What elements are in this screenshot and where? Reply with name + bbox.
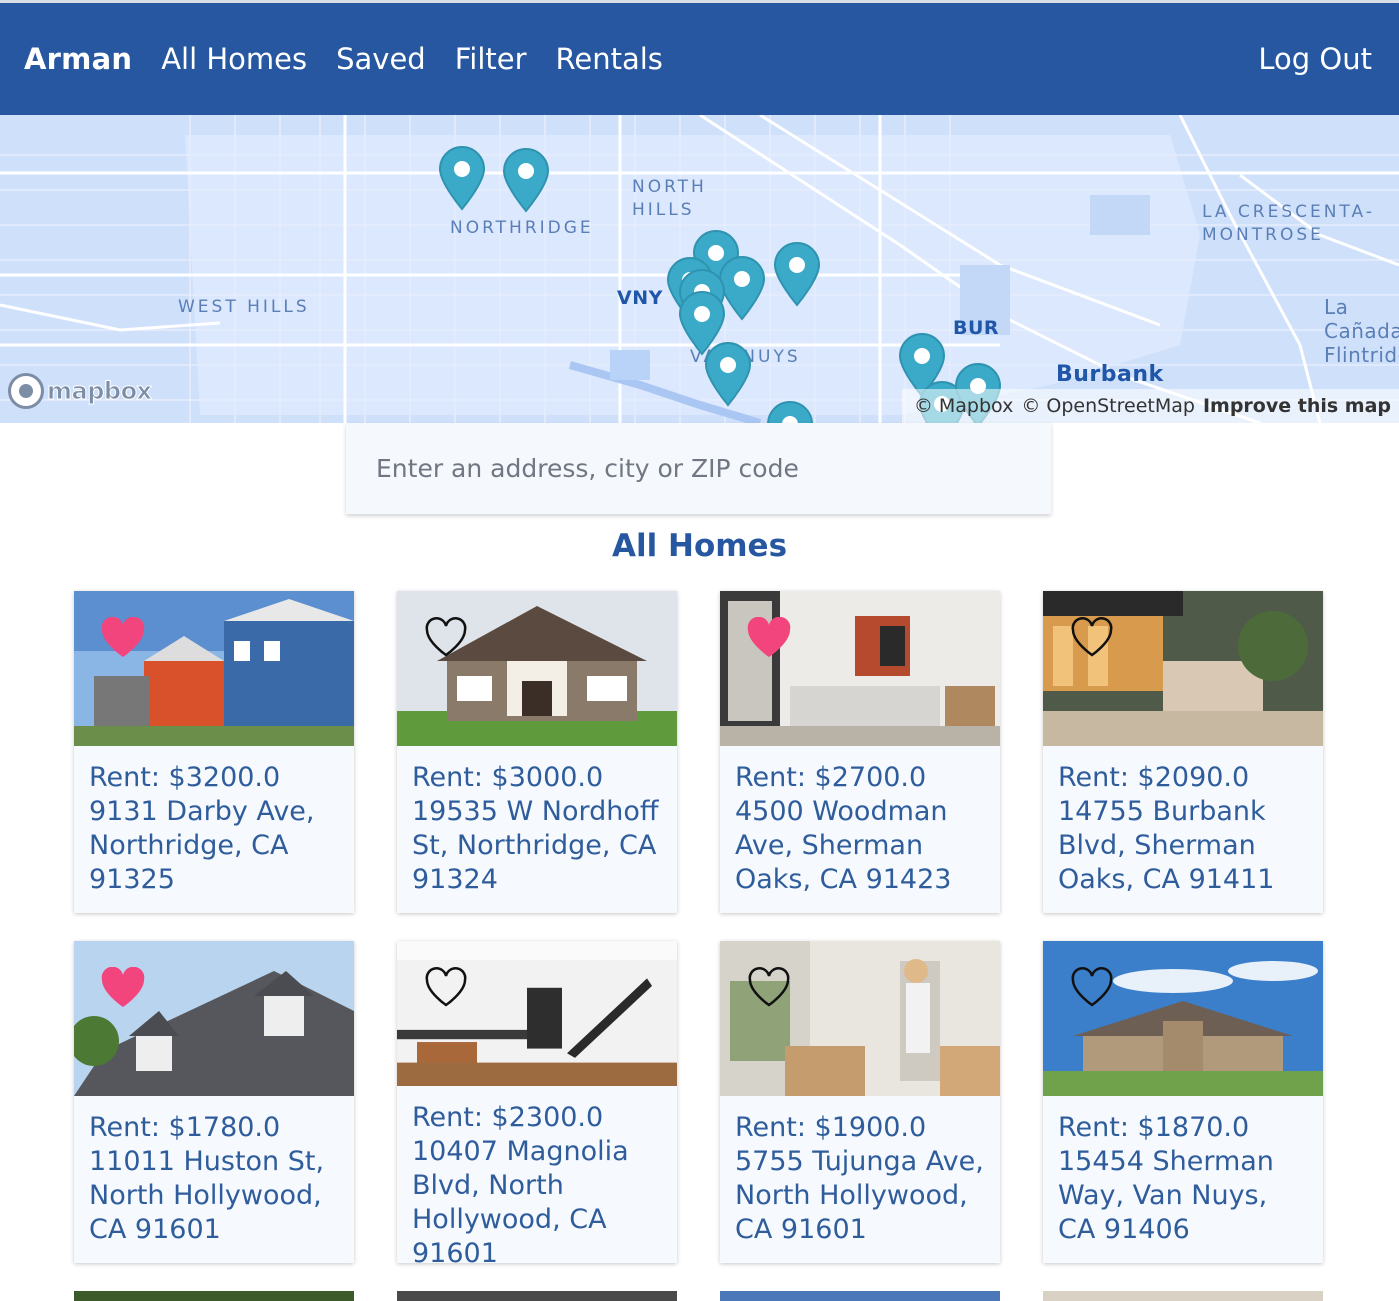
listing-card[interactable]: Rent: $2700.0 4500 Woodman Ave, Sherman … <box>720 591 1000 913</box>
listing-address: 14755 Burbank Blvd, Sherman Oaks, CA 914… <box>1058 796 1275 895</box>
listing-photo-image <box>1043 591 1323 746</box>
listing-details: Rent: $2300.0 10407 Magnolia Blvd, North… <box>397 1086 677 1263</box>
map-attribution: © Mapbox © OpenStreetMap Improve this ma… <box>901 389 1399 423</box>
listing-rent: Rent: $1780.0 <box>89 1112 281 1143</box>
listing-card[interactable]: Rent: $1870.0 15454 Sherman Way, Van Nuy… <box>1043 941 1323 1263</box>
listing-address: 11011 Huston St, North Hollywood, CA 916… <box>89 1146 325 1245</box>
map-marker-icon[interactable] <box>773 241 821 307</box>
listing-photo[interactable] <box>720 941 1000 1096</box>
listing-details: Rent: $2090.0 14755 Burbank Blvd, Sherma… <box>1043 746 1323 907</box>
nav-link-saved[interactable]: Saved <box>336 42 426 76</box>
heart-outline-icon[interactable] <box>746 967 792 1009</box>
listing-details: Rent: $1900.0 5755 Tujunga Ave, North Ho… <box>720 1096 1000 1257</box>
partial-card-photo <box>397 1291 677 1301</box>
listing-card[interactable]: Rent: $2300.0 10407 Magnolia Blvd, North… <box>397 941 677 1263</box>
map-marker-icon[interactable] <box>766 400 814 423</box>
map[interactable]: NORTHRIDGE NORTH HILLS WEST HILLS VNY VA… <box>0 115 1399 423</box>
listing-details: Rent: $3200.0 9131 Darby Ave, Northridge… <box>74 746 354 907</box>
listing-photo[interactable] <box>397 941 677 1086</box>
partial-card-photo <box>1043 1291 1323 1301</box>
listing-photo-image <box>74 941 354 1096</box>
map-label-la-crescenta: LA CRESCENTA- MONTROSE <box>1202 202 1375 245</box>
listing-photo-image <box>397 941 677 1086</box>
listing-card[interactable]: Rent: $1780.0 11011 Huston St, North Hol… <box>74 941 354 1263</box>
listing-address: 5755 Tujunga Ave, North Hollywood, CA 91… <box>735 1146 984 1245</box>
nav-link-all-homes[interactable]: All Homes <box>161 42 307 76</box>
heart-outline-icon[interactable] <box>423 617 469 659</box>
map-label-vny: VNY <box>617 287 663 309</box>
logout-link[interactable]: Log Out <box>1258 42 1372 76</box>
listing-details: Rent: $3000.0 19535 W Nordhoff St, North… <box>397 746 677 907</box>
map-label-burbank: Burbank <box>1056 362 1164 387</box>
map-marker-icon[interactable] <box>502 147 550 213</box>
listing-address: 15454 Sherman Way, Van Nuys, CA 91406 <box>1058 1146 1274 1245</box>
map-label-la-canada: La Cañada Flintridge <box>1324 295 1399 367</box>
listing-card[interactable]: Rent: $3000.0 19535 W Nordhoff St, North… <box>397 591 677 913</box>
listing-details: Rent: $1780.0 11011 Huston St, North Hol… <box>74 1096 354 1257</box>
listing-photo[interactable] <box>74 941 354 1096</box>
listing-address: 9131 Darby Ave, Northridge, CA 91325 <box>89 796 315 895</box>
mapbox-logo-text: mapbox <box>47 377 153 406</box>
listing-photo-image <box>397 591 677 746</box>
listing-rent: Rent: $2090.0 <box>1058 762 1250 793</box>
listing-photo[interactable] <box>1043 591 1323 746</box>
map-label-bur: BUR <box>953 317 1000 339</box>
listing-rent: Rent: $3000.0 <box>412 762 604 793</box>
listing-rent: Rent: $2300.0 <box>412 1102 604 1133</box>
listing-photo[interactable] <box>397 591 677 746</box>
map-marker-icon[interactable] <box>704 341 752 407</box>
heart-filled-icon[interactable] <box>746 617 792 659</box>
heart-filled-icon[interactable] <box>100 967 146 1009</box>
listing-photo[interactable] <box>720 591 1000 746</box>
improve-map-link[interactable]: Improve this map <box>1203 395 1391 417</box>
listing-photo-image <box>720 591 1000 746</box>
nav-brand[interactable]: Arman <box>24 42 132 76</box>
listing-photo-image <box>74 591 354 746</box>
search-box <box>346 423 1051 514</box>
mapbox-logo-icon <box>8 373 44 409</box>
listing-rent: Rent: $2700.0 <box>735 762 927 793</box>
listing-card[interactable]: Rent: $3200.0 9131 Darby Ave, Northridge… <box>74 591 354 913</box>
attribution-osm-link[interactable]: © OpenStreetMap <box>1021 395 1195 417</box>
heart-outline-icon[interactable] <box>423 967 469 1009</box>
map-label-west-hills: WEST HILLS <box>178 297 310 317</box>
navbar: Arman All Homes Saved Filter Rentals Log… <box>0 3 1399 115</box>
map-label-north-hills: NORTH HILLS <box>632 177 707 220</box>
attribution-mapbox-link[interactable]: © Mapbox <box>914 395 1013 417</box>
nav-link-filter[interactable]: Filter <box>455 42 527 76</box>
section-title: All Homes <box>611 528 788 564</box>
map-marker-icon[interactable] <box>438 145 486 211</box>
partial-card-photo <box>74 1291 354 1301</box>
listing-rent: Rent: $3200.0 <box>89 762 281 793</box>
heart-outline-icon[interactable] <box>1069 967 1115 1009</box>
search-input[interactable] <box>346 423 1051 514</box>
heart-outline-icon[interactable] <box>1069 617 1115 659</box>
partial-card-photo <box>720 1291 1000 1301</box>
listing-photo-image <box>1043 941 1323 1096</box>
listing-details: Rent: $1870.0 15454 Sherman Way, Van Nuy… <box>1043 1096 1323 1257</box>
listing-photo-image <box>720 941 1000 1096</box>
listing-rent: Rent: $1870.0 <box>1058 1112 1250 1143</box>
listing-address: 19535 W Nordhoff St, Northridge, CA 9132… <box>412 796 659 895</box>
listing-details: Rent: $2700.0 4500 Woodman Ave, Sherman … <box>720 746 1000 907</box>
listing-photo[interactable] <box>74 591 354 746</box>
listing-card[interactable]: Rent: $1900.0 5755 Tujunga Ave, North Ho… <box>720 941 1000 1263</box>
listing-rent: Rent: $1900.0 <box>735 1112 927 1143</box>
nav-link-rentals[interactable]: Rentals <box>556 42 663 76</box>
listing-photo[interactable] <box>1043 941 1323 1096</box>
listing-address: 10407 Magnolia Blvd, North Hollywood, CA… <box>412 1136 629 1263</box>
heart-filled-icon[interactable] <box>100 617 146 659</box>
listing-card[interactable]: Rent: $2090.0 14755 Burbank Blvd, Sherma… <box>1043 591 1323 913</box>
map-label-northridge: NORTHRIDGE <box>450 218 594 238</box>
mapbox-logo[interactable]: mapbox <box>8 373 153 409</box>
listing-address: 4500 Woodman Ave, Sherman Oaks, CA 91423 <box>735 796 952 895</box>
